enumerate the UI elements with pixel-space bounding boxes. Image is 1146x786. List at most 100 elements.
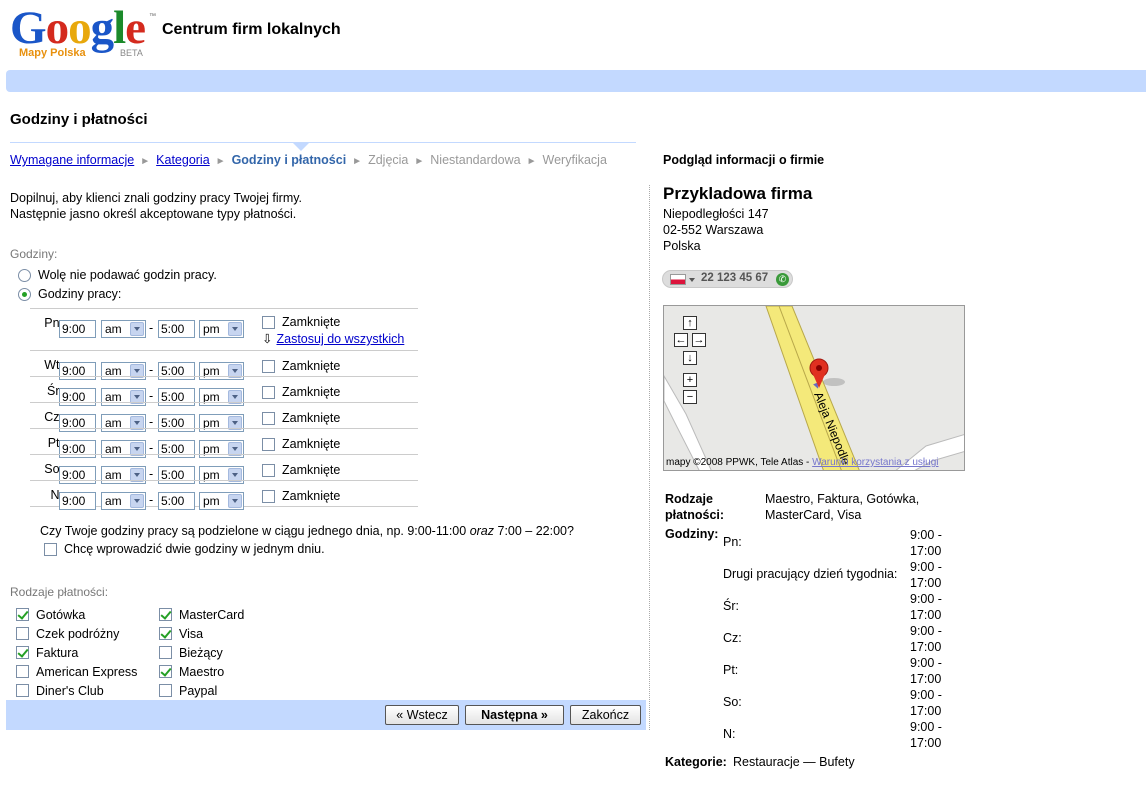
- dropdown-caret-icon[interactable]: [689, 278, 695, 282]
- payment-option[interactable]: Gotówka: [16, 605, 137, 624]
- hours-row: Wt: 9:00 am -5:00 pm Zamknięte: [30, 350, 418, 380]
- chevron-down-icon[interactable]: [228, 494, 242, 508]
- chevron-down-icon[interactable]: [228, 322, 242, 336]
- chevron-down-icon[interactable]: [130, 322, 144, 336]
- close-ampm-select[interactable]: pm: [199, 320, 244, 338]
- zoom-out-icon[interactable]: −: [683, 390, 697, 404]
- preview-payments-value: Maestro, Faktura, Gotówka, MasterCard, V…: [765, 492, 920, 522]
- open-ampm-select[interactable]: am: [101, 320, 146, 338]
- payment-checkbox[interactable]: [16, 684, 29, 697]
- closed-option[interactable]: Zamknięte: [262, 411, 340, 425]
- payment-option[interactable]: Faktura: [16, 643, 137, 662]
- payment-checkbox[interactable]: [16, 646, 29, 659]
- payment-checkbox[interactable]: [159, 684, 172, 697]
- preview-payments-label: Rodzaje płatności:: [665, 491, 755, 523]
- finish-button[interactable]: Zakończ: [570, 705, 641, 725]
- payment-checkbox[interactable]: [16, 608, 29, 621]
- split-hours-option[interactable]: Chcę wprowadzić dwie godziny w jednym dn…: [44, 542, 325, 556]
- closed-label: Zamknięte: [282, 359, 341, 373]
- payment-label: Gotówka: [36, 607, 86, 622]
- pan-right-icon[interactable]: →: [692, 333, 706, 347]
- pan-left-icon[interactable]: ←: [674, 333, 688, 347]
- closed-label: Zamknięte: [282, 411, 341, 425]
- payment-option[interactable]: Visa: [159, 624, 244, 643]
- map-preview[interactable]: Aleja Niepodle ↑ ← → ↓ + − mapy ©2008 PP…: [663, 305, 965, 471]
- preview-hours-open: 9:00 -: [910, 560, 942, 574]
- map-terms-link[interactable]: Warunki korzystania z usługi: [812, 457, 938, 468]
- payment-checkbox[interactable]: [16, 665, 29, 678]
- time-dash: -: [149, 467, 154, 481]
- payment-option[interactable]: Czek podróżny: [16, 624, 137, 643]
- closed-option[interactable]: Zamknięte: [262, 437, 340, 451]
- closed-option[interactable]: Zamknięte: [262, 359, 340, 373]
- zoom-in-icon[interactable]: +: [683, 373, 697, 387]
- payment-column-2: MasterCard Visa Bieżący Maestro Paypal: [159, 605, 244, 700]
- payment-option[interactable]: Diner's Club: [16, 681, 137, 700]
- phone-widget[interactable]: 22 123 45 67 ✆: [662, 270, 793, 288]
- open-time-input[interactable]: 9:00: [59, 320, 96, 338]
- closed-option[interactable]: Zamknięte: [262, 385, 340, 399]
- logo-sub: Mapy Polska: [19, 47, 86, 59]
- closed-label: Zamknięte: [282, 463, 341, 477]
- hours-row: N: 9:00 am -5:00 pm Zamknięte: [30, 480, 418, 510]
- payment-checkbox[interactable]: [159, 627, 172, 640]
- app-title: Centrum firm lokalnych: [162, 21, 341, 38]
- pan-up-icon[interactable]: ↑: [683, 316, 697, 330]
- payment-checkbox[interactable]: [159, 646, 172, 659]
- pan-down-icon[interactable]: ↓: [683, 351, 697, 365]
- preview-hours-day: Pt:: [723, 663, 739, 677]
- apply-to-all-link[interactable]: Zastosuj do wszystkich: [276, 332, 404, 346]
- closed-checkbox[interactable]: [262, 385, 275, 399]
- payment-option[interactable]: Paypal: [159, 681, 244, 700]
- closed-checkbox[interactable]: [262, 315, 275, 329]
- closed-option[interactable]: Zamknięte: [262, 463, 340, 477]
- payment-checkbox[interactable]: [159, 665, 172, 678]
- close-ampm-select[interactable]: pm: [199, 492, 244, 510]
- map-marker-dot: [816, 365, 822, 371]
- payment-checkbox[interactable]: [16, 627, 29, 640]
- payment-option[interactable]: Bieżący: [159, 643, 244, 662]
- call-icon[interactable]: ✆: [776, 273, 789, 286]
- open-ampm-select[interactable]: am: [101, 492, 146, 510]
- preview-hours-day: Cz:: [723, 631, 742, 645]
- breadcrumb-divider: [10, 142, 636, 143]
- payment-option[interactable]: American Express: [16, 662, 137, 681]
- close-time-input[interactable]: 5:00: [158, 492, 195, 510]
- radio-button[interactable]: [18, 268, 31, 282]
- split-hours-checkbox[interactable]: [44, 542, 57, 556]
- open-time-input[interactable]: 9:00: [59, 492, 96, 510]
- closed-checkbox[interactable]: [262, 489, 275, 503]
- close-time-input[interactable]: 5:00: [158, 320, 195, 338]
- intro-line-1: Dopilnuj, aby klienci znali godziny prac…: [10, 191, 303, 205]
- closed-option[interactable]: Zamknięte: [262, 489, 340, 503]
- closed-checkbox[interactable]: [262, 463, 275, 477]
- radio-no-hours[interactable]: Wolę nie podawać godzin pracy.: [18, 268, 217, 282]
- apply-to-all[interactable]: ⇩ Zastosuj do wszystkich: [262, 331, 404, 346]
- closed-checkbox[interactable]: [262, 437, 275, 451]
- breadcrumb-step-hours-payments: Godziny i płatności: [231, 153, 347, 167]
- next-button[interactable]: Następna »: [465, 705, 564, 725]
- radio-no-hours-label: Wolę nie podawać godzin pracy.: [38, 268, 217, 282]
- payment-checkbox[interactable]: [159, 608, 172, 621]
- payment-option[interactable]: Maestro: [159, 662, 244, 681]
- payment-option[interactable]: MasterCard: [159, 605, 244, 624]
- preview-hours-day: Pn:: [723, 535, 742, 549]
- split-hours-option-label: Chcę wprowadzić dwie godziny w jednym dn…: [64, 542, 325, 556]
- chevron-down-icon[interactable]: [130, 494, 144, 508]
- split-question-part-2: 7:00 – 22:00?: [494, 524, 574, 538]
- radio-button-selected[interactable]: [18, 287, 31, 301]
- radio-business-hours[interactable]: Godziny pracy:: [18, 287, 121, 301]
- hours-section-label: Godziny:: [10, 247, 58, 261]
- preview-hours-value: 9:00 - 17:00: [910, 591, 942, 623]
- back-button[interactable]: « Wstecz: [385, 705, 459, 725]
- breadcrumb-step-required-info[interactable]: Wymagane informacje: [10, 153, 134, 167]
- address-street: Niepodległości 147: [663, 207, 769, 221]
- time-dash: -: [149, 493, 154, 507]
- breadcrumb-step-category[interactable]: Kategoria: [156, 153, 210, 167]
- closed-checkbox[interactable]: [262, 411, 275, 425]
- closed-option[interactable]: Zamknięte: [262, 315, 340, 329]
- closed-checkbox[interactable]: [262, 359, 275, 373]
- google-logo[interactable]: Google ™ Mapy Polska BETA: [8, 4, 158, 62]
- poland-flag-icon[interactable]: [670, 274, 686, 285]
- payment-label: American Express: [36, 664, 138, 679]
